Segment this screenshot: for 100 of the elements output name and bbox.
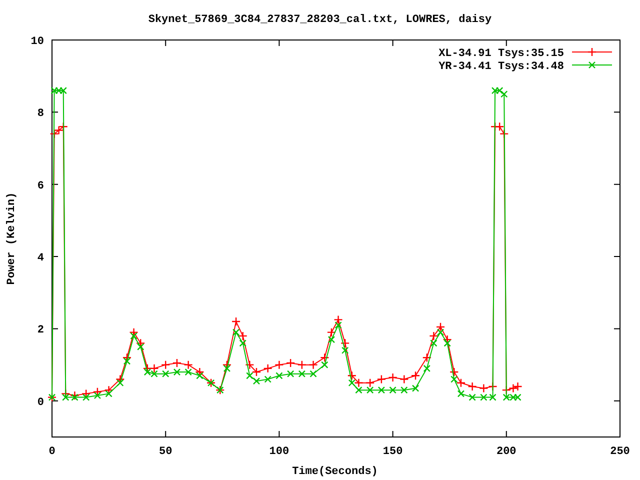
plus-marker <box>297 360 307 370</box>
cross-marker <box>400 386 408 394</box>
plus-marker <box>238 331 248 341</box>
tick-label: 200 <box>496 446 516 458</box>
cross-marker <box>239 340 246 347</box>
plus-marker <box>468 382 477 392</box>
cross-marker <box>123 358 131 365</box>
plus-marker <box>450 367 459 377</box>
cross-marker <box>62 394 70 401</box>
plus-marker <box>136 338 146 348</box>
plus-marker <box>184 360 193 370</box>
tick-label: 2 <box>37 324 44 337</box>
plus-marker <box>400 374 409 384</box>
plus-marker <box>456 378 466 388</box>
tick-label: 100 <box>269 446 290 458</box>
cross-marker <box>276 372 283 380</box>
plus-marker <box>429 331 438 341</box>
cross-marker <box>328 336 336 344</box>
plus-marker <box>172 358 182 368</box>
plus-marker <box>161 360 170 370</box>
plus-marker <box>479 384 488 393</box>
tick-label: 8 <box>37 108 44 120</box>
plus-marker <box>245 360 254 370</box>
cross-marker <box>71 394 78 401</box>
plus-marker <box>222 360 232 370</box>
cross-marker <box>489 394 496 401</box>
cross-marker <box>321 361 328 368</box>
cross-marker <box>423 364 430 372</box>
cross-marker <box>196 372 204 380</box>
plus-marker <box>142 364 152 374</box>
cross-marker <box>310 370 317 378</box>
plus-marker <box>150 364 159 374</box>
cross-marker <box>298 370 306 378</box>
plus-marker <box>286 358 296 368</box>
cross-marker <box>457 390 465 398</box>
cross-marker <box>162 370 170 378</box>
plus-marker <box>442 334 452 344</box>
cross-marker <box>378 386 386 394</box>
plus-marker <box>129 328 138 337</box>
cross-marker <box>334 322 342 329</box>
cross-marker <box>450 376 458 383</box>
plus-marker <box>488 382 498 392</box>
plus-marker <box>354 378 364 388</box>
tick-label: 150 <box>382 446 403 458</box>
cross-marker <box>116 379 124 386</box>
plus-marker <box>422 353 432 362</box>
plus-marker <box>195 367 204 377</box>
plus-marker <box>81 389 91 398</box>
plus-marker <box>513 382 522 392</box>
plus-marker <box>494 122 504 132</box>
cross-marker <box>389 386 396 394</box>
plus-marker <box>308 360 318 370</box>
cross-marker <box>468 394 476 401</box>
tick-label: 50 <box>159 446 172 458</box>
tick-label: 10 <box>30 36 44 48</box>
plus-marker <box>263 364 272 374</box>
plus-marker <box>334 315 343 324</box>
tick-label: 4 <box>37 252 44 265</box>
plus-marker <box>340 338 350 348</box>
plus-marker <box>436 322 446 332</box>
plus-marker <box>54 126 64 135</box>
cross-marker <box>436 328 444 336</box>
plus-marker <box>274 360 284 370</box>
cross-marker <box>232 328 240 336</box>
plus-marker <box>116 374 125 384</box>
plus-marker <box>376 374 386 384</box>
plus-marker <box>508 384 518 393</box>
plus-marker <box>320 353 330 362</box>
plus-marker <box>252 367 262 377</box>
plus-marker <box>92 387 102 396</box>
plus-marker <box>104 385 114 395</box>
plus-marker <box>388 372 398 382</box>
cross-marker <box>173 368 181 376</box>
plus-marker <box>347 371 356 380</box>
cross-marker <box>184 368 192 376</box>
cross-marker <box>223 364 231 372</box>
cross-marker <box>444 340 451 347</box>
axis-label: Time(Seconds) <box>292 466 378 478</box>
legend-label: YR-34.41 Tsys:34.48 <box>438 61 564 73</box>
cross-marker <box>366 386 374 394</box>
plus-marker <box>500 129 509 138</box>
plus-marker <box>410 371 420 380</box>
cross-marker <box>341 346 349 354</box>
cross-marker <box>82 394 90 401</box>
chart-title: Skynet_57869_3C84_27837_28203_cal.txt, LOWRES, daisy <box>148 14 492 26</box>
cross-marker <box>94 392 102 400</box>
tick-label: 0 <box>48 446 56 458</box>
cross-marker <box>105 390 112 398</box>
cross-marker <box>130 332 138 340</box>
tick-label: 6 <box>37 180 44 192</box>
cross-marker <box>264 376 272 383</box>
cross-marker <box>412 384 420 392</box>
tick-label: 0 <box>37 396 44 409</box>
cross-marker <box>430 340 438 347</box>
plus-marker <box>365 378 375 388</box>
plus-marker <box>231 316 241 326</box>
cross-marker <box>137 343 144 350</box>
plus-marker <box>122 353 132 362</box>
cross-marker <box>480 394 488 401</box>
axis-label: Power (Kelvin) <box>6 192 18 285</box>
